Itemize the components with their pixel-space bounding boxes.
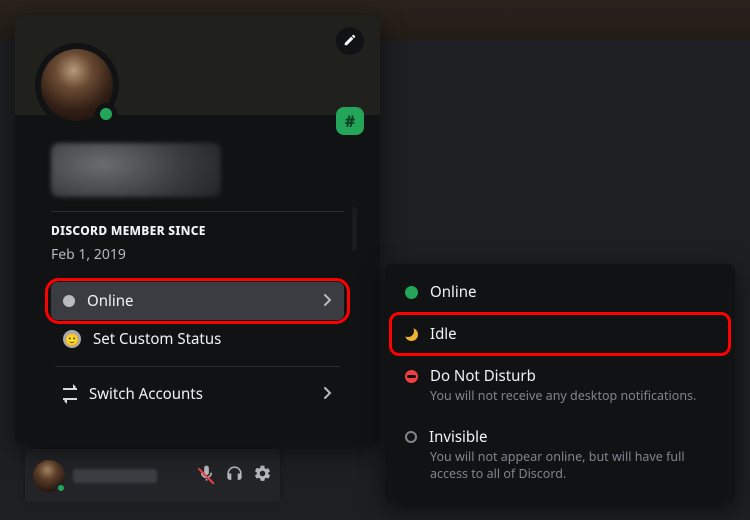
profile-body: DISCORD MEMBER SINCE Feb 1, 2019 Online … (29, 129, 366, 423)
status-option-online[interactable]: Online (393, 272, 727, 312)
hash-icon: # (345, 110, 355, 132)
status-option-desc: You will not appear online, but will hav… (430, 449, 715, 483)
menu-separator (55, 366, 340, 367)
user-panel-avatar[interactable] (33, 460, 65, 492)
hypesquad-badge[interactable]: # (336, 107, 364, 135)
status-indicator-online-icon (55, 482, 67, 494)
scrollbar-thumb[interactable] (352, 207, 357, 251)
smiley-icon: 🙂 (63, 330, 81, 348)
divider (51, 211, 344, 212)
status-label: Online (87, 291, 133, 311)
switch-accounts-row[interactable]: Switch Accounts (51, 375, 344, 413)
set-custom-status-row[interactable]: 🙂 Set Custom Status (51, 320, 344, 358)
status-option-invisible[interactable]: Invisible You will not appear online, bu… (393, 417, 727, 493)
status-option-label: Idle (430, 324, 457, 344)
member-since-label: DISCORD MEMBER SINCE (51, 222, 344, 239)
status-indicator-online-icon (95, 103, 117, 125)
gear-icon (253, 464, 272, 488)
online-icon (405, 286, 418, 299)
invisible-icon (405, 431, 417, 443)
deafen-button[interactable] (224, 466, 244, 486)
member-since-value: Feb 1, 2019 (51, 245, 344, 264)
mute-mic-button[interactable] (196, 466, 216, 486)
idle-moon-icon (405, 328, 418, 341)
username-redacted (51, 143, 221, 197)
user-settings-button[interactable] (252, 466, 272, 486)
user-panel (25, 450, 280, 502)
switch-accounts-label: Switch Accounts (89, 384, 203, 404)
user-panel-name-redacted[interactable] (73, 469, 157, 483)
edit-profile-button[interactable] (336, 27, 364, 55)
status-option-label: Invisible (429, 427, 487, 447)
status-option-dnd[interactable]: Do Not Disturb You will not receive any … (393, 356, 727, 415)
pencil-icon (343, 30, 357, 52)
avatar-container[interactable] (35, 43, 119, 127)
chevron-right-icon (324, 291, 332, 311)
profile-menu: Online 🙂 Set Custom Status Switch Accoun… (51, 282, 344, 413)
headphones-icon (225, 464, 244, 488)
custom-status-label: Set Custom Status (93, 329, 221, 349)
status-option-label: Online (430, 282, 476, 302)
status-option-desc: You will not receive any desktop notific… (430, 388, 715, 405)
chevron-right-icon (324, 384, 332, 404)
status-dot-icon (63, 295, 75, 307)
status-option-idle[interactable]: Idle (393, 314, 727, 354)
status-option-label: Do Not Disturb (430, 366, 536, 386)
status-online-row[interactable]: Online (51, 282, 344, 320)
status-submenu: Online Idle Do Not Disturb You will not … (385, 264, 735, 501)
dnd-icon (405, 370, 418, 383)
switch-accounts-icon (63, 386, 77, 402)
user-profile-popout: # DISCORD MEMBER SINCE Feb 1, 2019 Onlin… (15, 15, 380, 445)
